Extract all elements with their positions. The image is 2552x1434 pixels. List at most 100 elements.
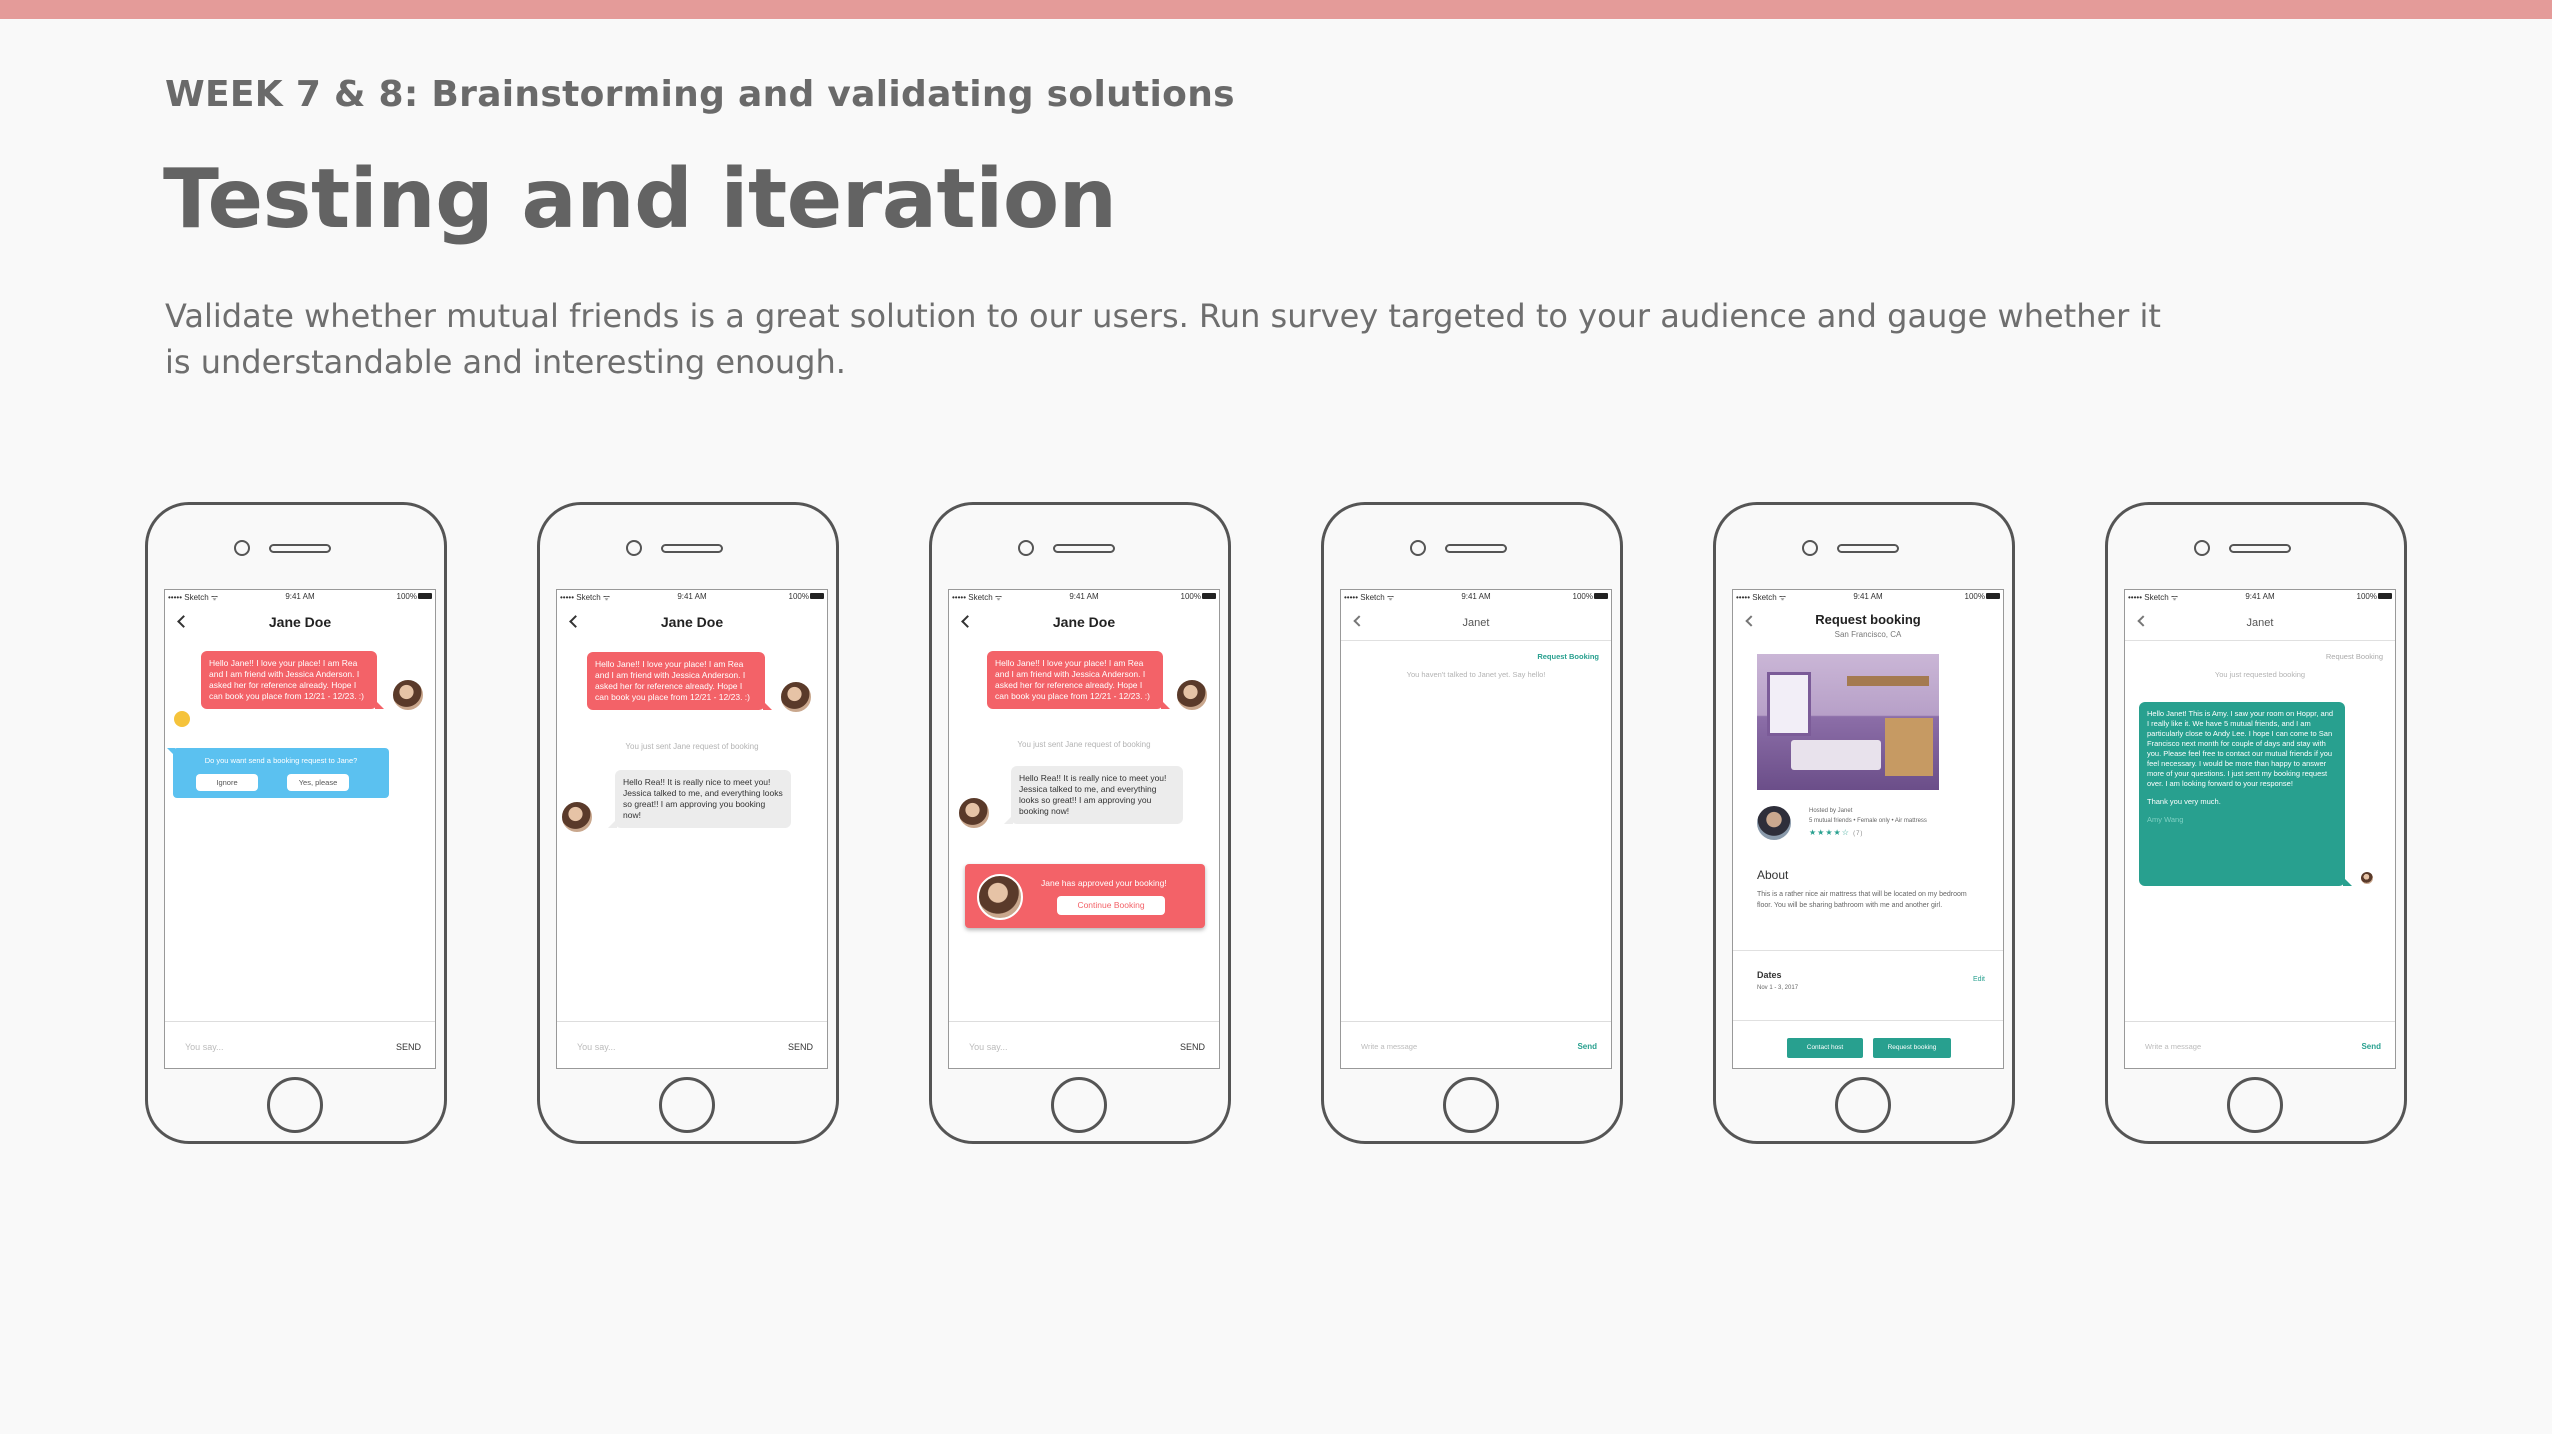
- camera-icon: [1018, 540, 1034, 556]
- phone-mockup-1: ••••• Sketch ᯤ 9:41 AM 100% Jane Doe Hello…: [145, 502, 447, 1144]
- empty-chat-note: You haven't talked to Janet yet. Say hel…: [1406, 670, 1546, 679]
- message-input[interactable]: Write a message: [1361, 1042, 1417, 1051]
- avatar: [2359, 870, 2375, 886]
- home-button: [1443, 1077, 1499, 1133]
- send-button[interactable]: SEND: [396, 1042, 421, 1052]
- page-title: Request booking: [1815, 612, 1921, 627]
- message-input-bar: You say... SEND: [165, 1021, 435, 1068]
- message-input[interactable]: You say...: [185, 1042, 224, 1052]
- status-note: You just requested booking: [2214, 670, 2306, 679]
- slide-description: Validate whether mutual friends is a gre…: [165, 297, 2161, 381]
- avatar: [560, 800, 594, 834]
- battery-icon: [810, 593, 824, 599]
- battery-icon: [2378, 593, 2392, 599]
- send-button[interactable]: SEND: [1180, 1042, 1205, 1052]
- avatar: [1175, 678, 1209, 712]
- battery-icon: [418, 593, 432, 599]
- status-bar: ••••• Sketch ᯤ 9:41 AM 100%: [1733, 592, 2003, 602]
- listing-meta: 5 mutual friends • Female only • Air mat…: [1809, 818, 1927, 824]
- yes-please-button[interactable]: Yes, please: [287, 774, 349, 791]
- send-button[interactable]: SEND: [788, 1042, 813, 1052]
- message-input[interactable]: You say...: [577, 1042, 616, 1052]
- continue-booking-button[interactable]: Continue Booking: [1057, 896, 1165, 915]
- speaker-icon: [269, 544, 331, 553]
- chat-header: Jane Doe: [1052, 614, 1116, 630]
- status-bar: ••••• Sketch ᯤ 9:41 AM 100%: [165, 592, 435, 602]
- battery-icon: [1594, 593, 1608, 599]
- room-photo: [1757, 654, 1939, 790]
- hosted-by: Hosted by Janet: [1809, 808, 1853, 814]
- phone-screen: ••••• Sketch ᯤ 9:41 AM 100% Request bookin…: [1732, 589, 2004, 1069]
- status-note: You just sent Jane request of booking: [1017, 740, 1151, 749]
- camera-icon: [626, 540, 642, 556]
- approval-card: Jane has approved your booking! Continue…: [965, 864, 1205, 928]
- request-booking-link[interactable]: Request Booking: [2326, 652, 2383, 661]
- status-bar: ••••• Sketch ᯤ 9:41 AM 100%: [557, 592, 827, 602]
- home-button: [1835, 1077, 1891, 1133]
- phone-screen: ••••• Sketch ᯤ 9:41 AM 100% Jane Doe Hello…: [556, 589, 828, 1069]
- slide-title: Testing and iteration: [163, 152, 1117, 247]
- camera-icon: [234, 540, 250, 556]
- message-input[interactable]: You say...: [969, 1042, 1008, 1052]
- avatar: [957, 796, 991, 830]
- status-bar: ••••• Sketch ᯤ 9:41 AM 100%: [949, 592, 1219, 602]
- speaker-icon: [1445, 544, 1507, 553]
- notification-dot: [174, 711, 190, 727]
- message-thanks: Thank you very much.: [2147, 797, 2221, 806]
- message-bubble: Hello Jane!! I love your place! I am Rea…: [201, 651, 384, 709]
- send-button[interactable]: Send: [1577, 1042, 1597, 1051]
- speaker-icon: [661, 544, 723, 553]
- phone-mockup-5: ••••• Sketch ᯤ 9:41 AM 100% Request bookin…: [1713, 502, 2015, 1144]
- contact-host-button[interactable]: Contact host: [1787, 1038, 1863, 1058]
- status-bar: ••••• Sketch ᯤ 9:41 AM 100%: [1341, 592, 1611, 602]
- request-booking-link[interactable]: Request Booking: [1537, 652, 1599, 661]
- home-button: [1051, 1077, 1107, 1133]
- accent-bar: [0, 0, 2552, 19]
- battery-icon: [1986, 593, 2000, 599]
- speaker-icon: [2229, 544, 2291, 553]
- send-button[interactable]: Send: [2361, 1042, 2381, 1051]
- request-booking-button[interactable]: Request booking: [1873, 1038, 1951, 1058]
- camera-icon: [1802, 540, 1818, 556]
- avatar: [779, 680, 813, 714]
- message-input-bar: You say... SEND: [949, 1021, 1219, 1068]
- edit-dates-link[interactable]: Edit: [1973, 976, 1985, 983]
- message-text: Hello Janet! This is Amy. I saw your roo…: [2147, 709, 2334, 788]
- divider: [1733, 950, 2003, 951]
- message-signature: Amy Wang: [2147, 815, 2184, 824]
- phone-screen: ••••• Sketch ᯤ 9:41 AM 100% Jane Doe Hello…: [164, 589, 436, 1069]
- dates-value: Nov 1 - 3, 2017: [1757, 985, 1799, 991]
- chat-header: Janet: [2246, 617, 2274, 629]
- phone-mockup-6: ••••• Sketch ᯤ 9:41 AM 100% Janet Request …: [2105, 502, 2407, 1144]
- message-bubble: Hello Jane!! I love your place! I am Rea…: [587, 652, 772, 710]
- reply-bubble: Hello Rea!! It is really nice to meet yo…: [608, 770, 791, 828]
- rating-stars: ★★★★☆ (7): [1809, 828, 1864, 837]
- message-input-bar: Write a message Send: [1341, 1021, 1611, 1068]
- message-input-bar: You say... SEND: [557, 1021, 827, 1068]
- speaker-icon: [1837, 544, 1899, 553]
- phone-screen: ••••• Sketch ᯤ 9:41 AM 100% Janet Request …: [1340, 589, 1612, 1069]
- home-button: [2227, 1077, 2283, 1133]
- phone-screen: ••••• Sketch ᯤ 9:41 AM 100% Janet Request …: [2124, 589, 2396, 1069]
- camera-icon: [1410, 540, 1426, 556]
- phone-mockup-2: ••••• Sketch ᯤ 9:41 AM 100% Jane Doe Hello…: [537, 502, 839, 1144]
- ignore-button[interactable]: Ignore: [196, 774, 258, 791]
- about-text: This is a rather nice air mattress that …: [1757, 891, 1967, 909]
- message-input[interactable]: Write a message: [2145, 1042, 2201, 1051]
- approval-text: Jane has approved your booking!: [1041, 878, 1167, 888]
- message-bubble: Hello Janet! This is Amy. I saw your roo…: [2139, 702, 2352, 886]
- section-label: WEEK 7 & 8: Brainstorming and validating…: [165, 74, 1235, 115]
- reply-bubble: Hello Rea!! It is really nice to meet yo…: [1004, 766, 1183, 824]
- chat-header: Jane Doe: [660, 614, 724, 630]
- prompt-text: Do you want send a booking request to Ja…: [204, 756, 358, 765]
- chat-header: Jane Doe: [268, 614, 332, 630]
- chat-header: Janet: [1462, 617, 1490, 629]
- avatar: [977, 874, 1023, 920]
- message-input-bar: Write a message Send: [2125, 1021, 2395, 1068]
- phone-mockup-3: ••••• Sketch ᯤ 9:41 AM 100% Jane Doe Hello…: [929, 502, 1231, 1144]
- divider: [1733, 1020, 2003, 1021]
- about-heading: About: [1757, 868, 1789, 882]
- status-note: You just sent Jane request of booking: [625, 742, 759, 751]
- phone-mockup-4: ••••• Sketch ᯤ 9:41 AM 100% Janet Request …: [1321, 502, 1623, 1144]
- status-bar: ••••• Sketch ᯤ 9:41 AM 100%: [2125, 592, 2395, 602]
